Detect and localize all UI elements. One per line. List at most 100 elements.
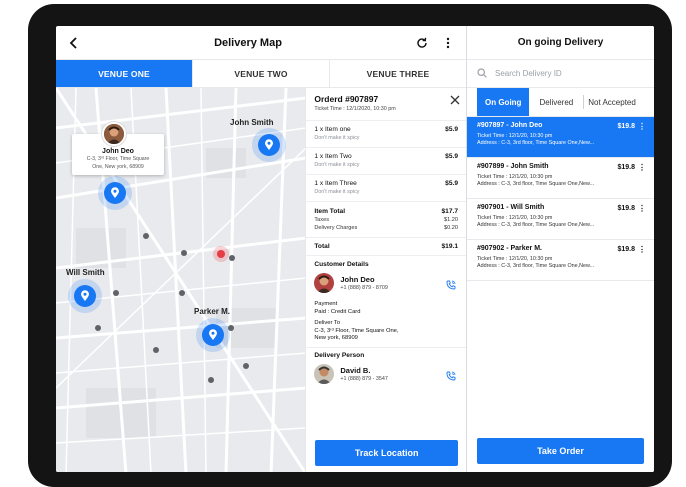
back-arrow-icon[interactable] xyxy=(64,33,84,53)
top-bar: Delivery Map xyxy=(56,26,466,60)
avatar xyxy=(314,273,335,293)
order-totals: Item Total $17.7 Taxes $1.20 Delivery Char… xyxy=(306,202,466,238)
list-item[interactable]: #907897 - John Deo $19.8 ⋮ Ticket Time : 1… xyxy=(467,117,654,158)
more-vertical-icon[interactable]: ⋮ xyxy=(638,163,646,172)
delivery-status-tabs: On Going Delivered Not Accepted xyxy=(467,88,654,117)
order-address: Address : C-3, 3rd floor, Time Square On… xyxy=(477,181,595,187)
location-pin-icon xyxy=(74,285,96,307)
callout-address-line1: C-3, 3ʳᵈ Floor, Time Square xyxy=(86,156,150,162)
map-pin[interactable] xyxy=(98,176,132,210)
list-item[interactable]: #907901 - Will Smith $19.8 ⋮ Ticket Time :… xyxy=(467,199,654,240)
tab-venue-one[interactable]: VENUE ONE xyxy=(56,60,192,87)
location-pin-icon xyxy=(104,182,126,204)
divider xyxy=(306,346,466,348)
page-title: Delivery Map xyxy=(214,36,282,49)
order-title: #907901 - Will Smith xyxy=(477,204,545,211)
tab-venue-three[interactable]: VENUE THREE xyxy=(329,60,466,87)
payment-label: Payment xyxy=(314,301,338,307)
list-item[interactable]: #907899 - John Smith $19.8 ⋮ Ticket Time :… xyxy=(467,158,654,199)
track-location-button[interactable]: Track Location xyxy=(315,440,458,466)
item-total-value: $17.7 xyxy=(441,208,458,215)
ongoing-order-list: #907897 - John Deo $19.8 ⋮ Ticket Time : 1… xyxy=(467,117,654,281)
total-value: $19.1 xyxy=(441,243,458,250)
delivery-map-panel: Delivery Map VENUE ONE VENUE TWO VENUE T… xyxy=(56,26,467,472)
tab-not-accepted[interactable]: Not Accepted xyxy=(583,95,640,109)
customer-card: John Deo +1 (888) 879 - 8709 xyxy=(306,271,466,295)
take-order-button[interactable]: Take Order xyxy=(477,438,644,464)
venue-pin[interactable] xyxy=(213,246,229,262)
ongoing-title: On going Delivery xyxy=(467,26,654,60)
item-price: $5.9 xyxy=(445,153,458,160)
item-note: Don't make it spicy xyxy=(314,135,360,141)
deliver-to-label: Deliver To xyxy=(314,320,341,326)
tab-delivered[interactable]: Delivered xyxy=(529,88,583,116)
map-label-john-smith: John Smith xyxy=(230,118,274,127)
refresh-icon[interactable] xyxy=(412,33,432,53)
order-item: 1 x Item one $5.9 Don't make it spicy xyxy=(306,121,466,148)
delivery-person-name: David B. xyxy=(340,365,371,375)
order-item: 1 x Item Three $5.9 Don't make it spicy xyxy=(306,175,466,202)
order-address: Address : C-3, 3rd floor, Time Square On… xyxy=(477,140,595,146)
phone-call-icon[interactable] xyxy=(446,277,456,295)
more-vertical-icon[interactable]: ⋮ xyxy=(638,204,646,213)
order-title: #907897 - John Deo xyxy=(477,122,543,129)
item-note: Don't make it spicy xyxy=(314,162,360,168)
taxes-value: $1.20 xyxy=(444,217,458,223)
location-pin-icon xyxy=(258,134,280,156)
ongoing-delivery-panel: On going Delivery On Going Delivered Not… xyxy=(467,26,654,472)
order-header: Orderd #907897 Ticket Time : 12/1/2020, … xyxy=(306,88,466,121)
venue-marker-icon xyxy=(217,250,225,258)
app-screen: Delivery Map VENUE ONE VENUE TWO VENUE T… xyxy=(56,26,654,472)
map-pin[interactable] xyxy=(196,318,230,352)
order-address: Address : C-3, 3rd floor, Time Square On… xyxy=(477,222,595,228)
callout-name: John Deo xyxy=(102,148,134,155)
order-price: $19.8 xyxy=(617,205,635,212)
phone-call-icon[interactable] xyxy=(446,368,456,386)
delivery-person-phone: +1 (888) 879 - 3547 xyxy=(340,375,388,382)
customer-details-title: Customer Details xyxy=(314,261,369,268)
delivery-charges-label: Delivery Charges xyxy=(314,225,358,231)
item-name: 1 x Item Two xyxy=(314,153,352,160)
item-price: $5.9 xyxy=(445,180,458,187)
search-input[interactable] xyxy=(493,68,637,79)
search-icon xyxy=(477,65,487,83)
delivery-person-title: Delivery Person xyxy=(314,351,365,359)
more-vertical-icon[interactable]: ⋮ xyxy=(638,122,646,131)
item-name: 1 x Item one xyxy=(314,126,351,133)
list-item[interactable]: #907902 - Parker M. $19.8 ⋮ Ticket Time : … xyxy=(467,240,654,281)
order-price: $19.8 xyxy=(617,123,635,130)
order-price: $19.8 xyxy=(617,246,635,253)
close-icon[interactable] xyxy=(450,94,460,108)
order-grand-total: Total $19.1 xyxy=(306,238,466,256)
payment-value: Paid : Credit Card xyxy=(314,308,361,315)
venue-tabs: VENUE ONE VENUE TWO VENUE THREE xyxy=(56,60,466,88)
delivery-charges-value: $0.20 xyxy=(444,225,458,231)
avatar xyxy=(102,122,126,146)
map-pin[interactable] xyxy=(68,279,102,313)
avatar xyxy=(314,363,335,384)
search-bar xyxy=(467,60,654,88)
order-ticket-time: Ticket Time : 12/1/20, 10:30 pm xyxy=(477,215,553,221)
more-vertical-icon[interactable] xyxy=(438,33,458,53)
tab-venue-two[interactable]: VENUE TWO xyxy=(192,60,329,87)
location-pin-icon xyxy=(202,324,224,346)
order-ticket-time: Ticket Time : 12/1/20, 10:30 pm xyxy=(477,133,553,139)
map-label-parker: Parker M. xyxy=(194,307,231,316)
order-ticket-time: Ticket Time : 12/1/2020, 10:30 pm xyxy=(314,106,396,112)
callout-address-line2: One, New york, 68909 xyxy=(92,164,144,170)
order-ticket-time: Ticket Time : 12/1/20, 10:30 pm xyxy=(477,256,553,262)
customer-phone: +1 (888) 879 - 8709 xyxy=(340,285,388,291)
order-title: #907902 - Parker M. xyxy=(477,245,542,252)
delivery-map[interactable]: John Deo C-3, 3ʳᵈ Floor, Time Square One… xyxy=(56,88,306,472)
more-vertical-icon[interactable]: ⋮ xyxy=(638,245,646,254)
deliver-to-line2: New york, 68909 xyxy=(314,335,358,341)
delivery-person-card: David B. +1 (888) 879 - 3547 xyxy=(306,362,466,386)
map-pin[interactable] xyxy=(252,128,286,162)
item-price: $5.9 xyxy=(445,126,458,133)
tab-on-going[interactable]: On Going xyxy=(477,88,530,116)
order-title: #907899 - John Smith xyxy=(477,163,549,170)
order-address: Address : C-3, 3rd floor, Time Square On… xyxy=(477,263,595,269)
item-name: 1 x Item Three xyxy=(314,180,357,187)
total-label: Total xyxy=(314,243,330,250)
order-price: $19.8 xyxy=(617,164,635,171)
